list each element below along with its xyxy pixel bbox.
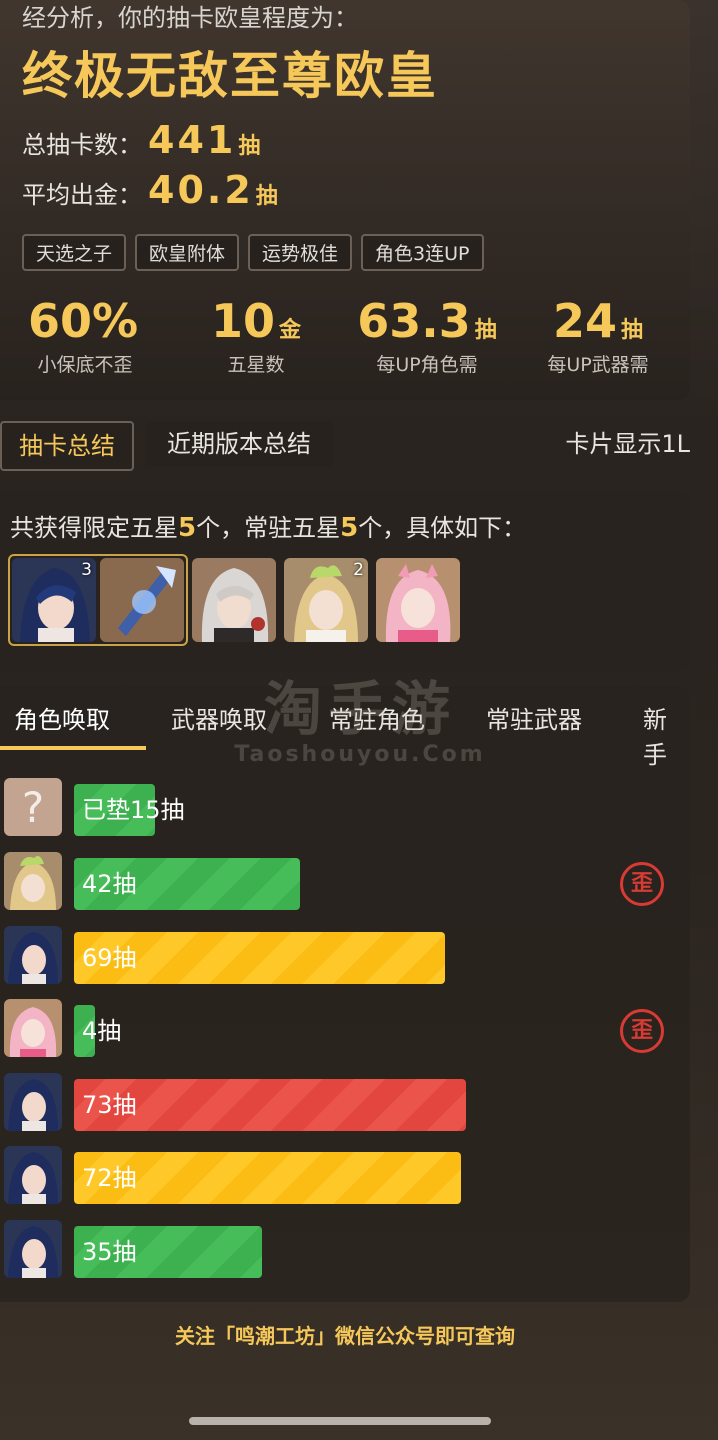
pull-row: 73抽	[0, 1073, 690, 1133]
tab-recent-version-summary[interactable]: 近期版本总结	[145, 421, 333, 467]
tag: 天选之子	[22, 234, 127, 271]
obtained-card: 共获得限定五星5个，常驻五星5个，具体如下： 3 2	[0, 490, 690, 672]
metric-5050: 60% 小保底不歪	[0, 294, 170, 377]
blue-hair-character-icon	[4, 1220, 62, 1278]
pull-count-label: 42抽	[82, 870, 137, 898]
blue-hair-character-icon	[4, 1073, 62, 1131]
follow-note: 关注「鸣潮工坊」微信公众号即可查询	[175, 1324, 515, 1348]
blue-hair-character-icon	[4, 926, 62, 984]
avg-pulls-label: 平均出金：	[22, 181, 142, 209]
pull-history-card: 角色唤取 武器唤取 常驻角色 常驻武器 新手 ? 已垫15抽 42抽 歪 69抽	[0, 686, 690, 1302]
metric-label: 五星数	[227, 354, 285, 376]
metric-per-up-character: 63.3 抽 每UP角色需	[342, 294, 512, 377]
pull-row: ? 已垫15抽	[0, 778, 690, 838]
portrait-green-hat-character[interactable]: 2	[284, 558, 368, 642]
card-display-toggle[interactable]: 卡片显示1L	[565, 421, 690, 467]
metric-label: 小保底不歪	[37, 354, 133, 376]
lost-5050-stamp-icon: 歪	[620, 862, 664, 906]
white-hair-character-icon	[192, 558, 276, 642]
copy-count-badge: 2	[353, 560, 364, 580]
pull-count-label: 4抽	[82, 1017, 122, 1045]
limited-count: 5	[178, 513, 197, 543]
tab-weapon-banner[interactable]: 武器唤取	[171, 700, 267, 735]
tab-character-banner[interactable]: 角色唤取	[14, 700, 110, 735]
weapon-icon	[100, 558, 184, 642]
pink-hair-character-icon	[376, 558, 460, 642]
total-pulls-label: 总抽卡数：	[22, 131, 142, 159]
metric-label: 每UP角色需	[376, 354, 478, 376]
total-pulls-unit: 抽	[238, 134, 261, 159]
portrait-weapon[interactable]	[100, 558, 184, 642]
metric-unit: 抽	[621, 318, 644, 343]
green-hat-character-icon	[4, 852, 62, 910]
home-indicator[interactable]	[189, 1417, 491, 1425]
pull-row: 72抽	[0, 1146, 690, 1206]
pull-count-label: 73抽	[82, 1091, 137, 1119]
portrait-pink-hair-character[interactable]	[376, 558, 460, 642]
tag-list: 天选之子 欧皇附体 运势极佳 角色3连UP	[22, 234, 484, 271]
pull-count-label: 已垫15抽	[82, 796, 185, 824]
pink-hair-character-icon	[4, 999, 62, 1057]
tag: 欧皇附体	[135, 234, 240, 271]
pull-count-label: 72抽	[82, 1164, 137, 1192]
metric-value: 63.3	[357, 294, 471, 348]
metric-value: 60%	[27, 294, 139, 348]
pull-count-label: 69抽	[82, 944, 137, 972]
standard-count: 5	[340, 513, 359, 543]
obtained-suffix: 个，具体如下：	[358, 514, 527, 542]
summary-card: 经分析，你的抽卡欧皇程度为： 终极无敌至尊欧皇 总抽卡数： 441抽 平均出金： 4…	[0, 0, 690, 400]
tag: 运势极佳	[248, 234, 353, 271]
obtained-summary-text: 共获得限定五星5个，常驻五星5个，具体如下：	[10, 508, 526, 543]
total-pulls-line: 总抽卡数： 441抽	[22, 118, 260, 162]
pull-count-label: 35抽	[82, 1238, 137, 1266]
avg-pulls-value: 40.2	[148, 168, 254, 212]
metric-label: 每UP武器需	[547, 354, 649, 376]
pull-row: 4抽 歪	[0, 999, 690, 1059]
tab-standard-character[interactable]: 常驻角色	[329, 700, 425, 735]
metric-per-up-weapon: 24 抽 每UP武器需	[513, 294, 683, 377]
avg-pulls-unit: 抽	[255, 184, 278, 209]
tab-pull-summary[interactable]: 抽卡总结	[0, 421, 134, 471]
analysis-text: 经分析，你的抽卡欧皇程度为：	[22, 4, 358, 32]
svg-text:?: ?	[22, 783, 44, 832]
pull-row: 69抽	[0, 926, 690, 986]
metric-five-star-count: 10 金 五星数	[171, 294, 341, 377]
tag: 角色3连UP	[361, 234, 484, 271]
metric-value: 10	[210, 294, 275, 348]
unknown-character-icon: ?	[4, 778, 62, 836]
metric-unit: 金	[279, 318, 302, 343]
obtained-middle: 个，常驻五星	[196, 514, 341, 542]
blue-hair-character-icon	[4, 1146, 62, 1204]
luck-level-title: 终极无敌至尊欧皇	[22, 47, 438, 105]
portrait-white-hair-character[interactable]	[192, 558, 276, 642]
pull-row: 42抽 歪	[0, 852, 690, 912]
total-pulls-value: 441	[148, 118, 237, 162]
copy-count-badge: 3	[81, 560, 92, 580]
metric-unit: 抽	[474, 318, 497, 343]
pull-row: 35抽	[0, 1220, 690, 1280]
portrait-blue-hair-character[interactable]: 3	[12, 558, 96, 642]
lost-5050-stamp-icon: 歪	[620, 1009, 664, 1053]
active-tab-indicator	[0, 746, 146, 750]
obtained-prefix: 共获得限定五星	[10, 514, 178, 542]
tab-beginner-banner[interactable]: 新手	[643, 700, 690, 770]
avg-pulls-line: 平均出金： 40.2抽	[22, 168, 278, 212]
metric-value: 24	[552, 294, 617, 348]
tab-standard-weapon[interactable]: 常驻武器	[486, 700, 582, 735]
banner-tabs: 角色唤取 武器唤取 常驻角色 常驻武器 新手	[0, 686, 690, 769]
